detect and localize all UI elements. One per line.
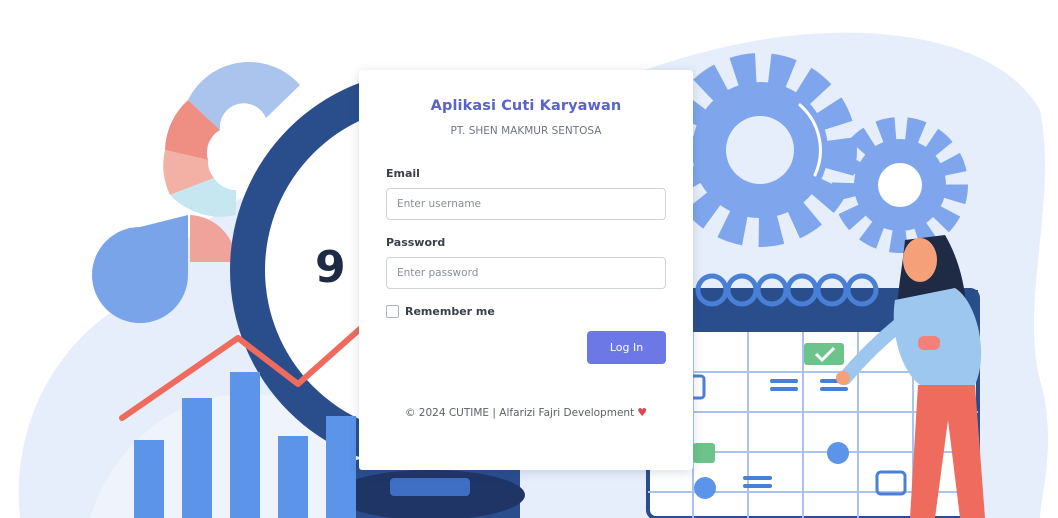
app-title: Aplikasi Cuti Karyawan: [430, 98, 622, 114]
footer: © 2024 CUTIME | Alfarizi Fajri Developme…: [386, 406, 666, 419]
password-input[interactable]: [386, 257, 666, 289]
clock-digit: 9: [315, 242, 346, 293]
login-card: Aplikasi Cuti Karyawan PT. SHEN MAKMUR S…: [359, 70, 693, 470]
email-input[interactable]: [386, 188, 666, 220]
remember-me-checkbox[interactable]: [386, 305, 399, 318]
button-row: Log In: [386, 331, 666, 364]
remember-me[interactable]: Remember me: [386, 305, 666, 318]
company-name: PT. SHEN MAKMUR SENTOSA: [450, 125, 602, 137]
login-button[interactable]: Log In: [587, 331, 666, 364]
password-label: Password: [386, 236, 446, 249]
heart-icon: ♥: [637, 406, 648, 419]
email-label: Email: [386, 167, 420, 180]
footer-text: © 2024 CUTIME | Alfarizi Fajri Developme…: [404, 407, 635, 419]
remember-me-label[interactable]: Remember me: [405, 305, 495, 318]
